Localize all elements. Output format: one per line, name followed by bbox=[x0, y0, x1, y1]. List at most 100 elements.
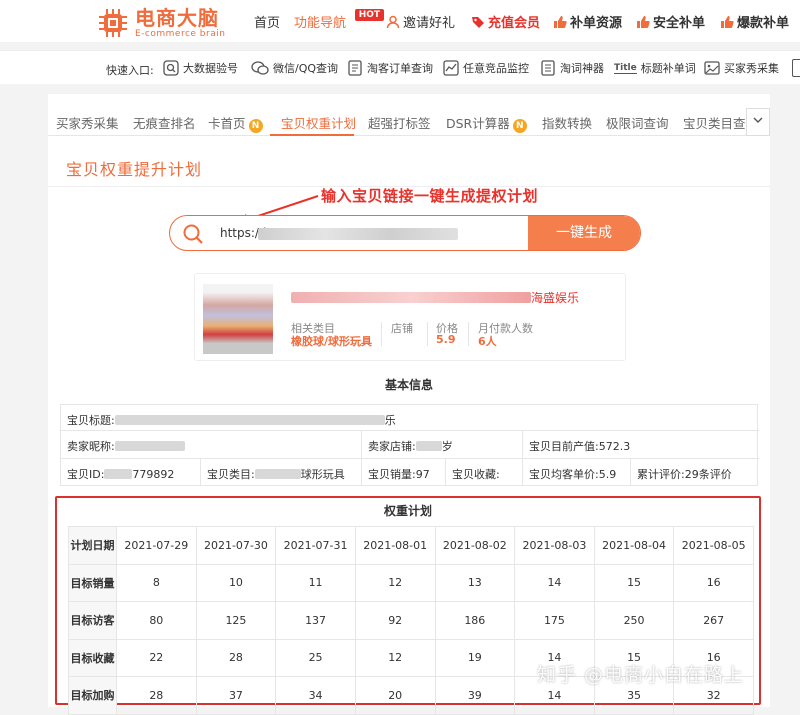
row-header: 目标销量 bbox=[68, 563, 117, 602]
blurred-text bbox=[104, 469, 133, 479]
seller-label: 卖家昵称: bbox=[67, 440, 115, 453]
search-icon[interactable] bbox=[182, 223, 204, 245]
tab-buyer-show[interactable]: 买家秀采集 bbox=[56, 113, 119, 132]
table-cell: 11 bbox=[275, 563, 356, 602]
row-header: 计划日期 bbox=[68, 526, 117, 565]
item-title-cell: 宝贝标题: 乐 bbox=[61, 405, 759, 430]
table-cell: 2021-08-02 bbox=[434, 526, 516, 565]
avg-price-value: 5.9 bbox=[598, 468, 617, 481]
tab-forbidden-words[interactable]: 极限词查询 bbox=[606, 113, 669, 132]
blurred-text bbox=[415, 441, 442, 451]
table-cell: 2021-08-01 bbox=[354, 526, 436, 565]
tab-dsr[interactable]: DSR计算器 N bbox=[446, 113, 527, 133]
table-cell: 28 bbox=[195, 638, 277, 677]
table-cell: 25 bbox=[275, 638, 356, 677]
tab-weight-plan[interactable]: 宝贝权重计划 bbox=[281, 113, 356, 132]
thumbs-up-icon bbox=[554, 16, 567, 28]
product-title-suffix: 海盛娱乐 bbox=[531, 291, 580, 305]
table-cell: 2021-08-03 bbox=[514, 526, 595, 565]
item-title-suffix: 乐 bbox=[384, 414, 396, 427]
generate-button[interactable]: 一键生成 bbox=[528, 216, 640, 250]
new-badge: N bbox=[248, 119, 263, 133]
tabs-more-button[interactable] bbox=[746, 108, 770, 136]
table-cell: 137 bbox=[275, 601, 356, 640]
top-header: 电商大脑 E-commerce brain 首页 功能导航 HOT 邀请好礼 充值… bbox=[0, 0, 800, 42]
nav-hot[interactable]: 爆款补单 bbox=[720, 12, 789, 31]
quick-item[interactable]: 微信/QQ查询 bbox=[251, 60, 338, 76]
price-value: 5.9 bbox=[436, 333, 456, 346]
image-icon bbox=[704, 61, 720, 75]
sales-value: 97 bbox=[415, 468, 430, 481]
tab-dsr-label: DSR计算器 bbox=[446, 116, 510, 131]
chat-icon bbox=[251, 61, 269, 75]
nav-features[interactable]: 功能导航 HOT bbox=[294, 9, 385, 31]
quick-access-bar: 快速入口: 大数据验号 微信/QQ查询 淘客订单查询 任意竞品监控 淘词神器 T… bbox=[0, 50, 800, 84]
divider bbox=[468, 322, 469, 346]
blurred-text bbox=[114, 415, 385, 425]
row-header: 目标加购 bbox=[68, 676, 117, 715]
hot-badge: HOT bbox=[354, 9, 385, 21]
chart-icon bbox=[443, 60, 459, 76]
tab-rank[interactable]: 无痕查排名 bbox=[133, 113, 196, 132]
tab-homepage-label: 卡首页 bbox=[208, 116, 246, 131]
quick-item[interactable]: 淘词神器 bbox=[540, 60, 604, 76]
basic-info-table: 宝贝标题: 乐 卖家昵称: 卖家店铺: 岁 宝贝目前产值:572.3 宝贝ID: 77… bbox=[60, 404, 759, 486]
brand-name: 电商大脑 bbox=[135, 6, 219, 30]
nav-features-label: 功能导航 bbox=[294, 16, 347, 31]
quick-item-label: 任意竞品监控 bbox=[463, 62, 529, 75]
info-row: 卖家昵称: 卖家店铺: 岁 宝贝目前产值:572.3 bbox=[61, 431, 759, 459]
shop-label: 店铺 bbox=[391, 322, 413, 335]
tool-tabs: 买家秀采集 无痕查排名 卡首页 N 宝贝权重计划 超强打标签 DSR计算器 N 指数… bbox=[48, 104, 770, 136]
quick-item[interactable]: 大数据验号 bbox=[163, 60, 238, 76]
product-card[interactable]: 海盛娱乐 相关类目 橡胶球/球形玩具 店铺 价格 5.9 月付款人数 6人 bbox=[194, 273, 626, 361]
row-header: 目标收藏 bbox=[68, 638, 117, 677]
table-cell: 267 bbox=[673, 601, 754, 640]
review-cell: 累计评价:29条评价 bbox=[631, 459, 759, 486]
nav-safe[interactable]: 安全补单 bbox=[636, 12, 705, 31]
table-cell: 2021-08-05 bbox=[673, 526, 754, 565]
table-cell: 186 bbox=[434, 601, 516, 640]
shop-cell: 卖家店铺: 岁 bbox=[362, 431, 523, 458]
fav-cell: 宝贝收藏: bbox=[446, 459, 523, 486]
nav-recharge-label: 充值会员 bbox=[488, 16, 541, 31]
tab-homepage[interactable]: 卡首页 N bbox=[208, 113, 263, 133]
table-cell: 2021-07-31 bbox=[275, 526, 356, 565]
nav-invite-label: 邀请好礼 bbox=[403, 16, 456, 31]
table-cell: 10 bbox=[195, 563, 277, 602]
fav-label: 宝贝收藏: bbox=[452, 468, 500, 481]
divider bbox=[381, 322, 382, 346]
nav-resources[interactable]: 补单资源 bbox=[553, 12, 622, 31]
info-row: 宝贝ID: 779892 宝贝类目: 球形玩具 宝贝销量:97 宝贝收藏: 宝贝均客… bbox=[61, 459, 759, 486]
review-label: 累计评价: bbox=[637, 468, 685, 481]
quick-item[interactable]: 淘客订单查询 bbox=[347, 60, 433, 76]
tab-index[interactable]: 指数转换 bbox=[542, 113, 592, 132]
title-blurred bbox=[291, 292, 531, 303]
id-value: 779892 bbox=[132, 468, 175, 481]
logo[interactable]: 电商大脑 E-commerce brain bbox=[97, 6, 225, 40]
nav-recharge[interactable]: 充值会员 bbox=[471, 12, 540, 31]
table-cell: 28 bbox=[116, 676, 197, 715]
active-tab-indicator bbox=[270, 134, 354, 136]
product-title[interactable]: 海盛娱乐 bbox=[291, 289, 579, 306]
table-row: 计划日期 2021-07-29 2021-07-30 2021-07-31 2021-0… bbox=[68, 526, 754, 565]
page-title: 宝贝权重提升计划 bbox=[66, 160, 203, 179]
table-cell: 8 bbox=[116, 563, 197, 602]
quick-item-label: 标题补单词 bbox=[640, 62, 696, 75]
review-value: 29条评价 bbox=[684, 468, 732, 481]
quick-item[interactable]: Title 标题补单词 bbox=[614, 60, 696, 76]
nav-invite[interactable]: 邀请好礼 bbox=[386, 12, 455, 31]
table-cell: 175 bbox=[514, 601, 595, 640]
quick-item[interactable]: 买家秀采集 bbox=[704, 60, 779, 76]
quick-item-label: 淘词神器 bbox=[560, 62, 604, 75]
nav-home[interactable]: 首页 bbox=[254, 12, 280, 31]
tab-tags[interactable]: 超强打标签 bbox=[368, 113, 431, 132]
nav-hot-label: 爆款补单 bbox=[737, 16, 790, 31]
table-row: 目标访客 80 125 137 92 186 175 250 267 bbox=[68, 601, 754, 640]
avg-price-label: 宝贝均客单价: bbox=[529, 468, 599, 481]
more-icon[interactable] bbox=[792, 59, 800, 77]
document-icon bbox=[348, 60, 362, 76]
doc-list-icon bbox=[541, 60, 555, 76]
category-cell: 宝贝类目: 球形玩具 bbox=[201, 459, 362, 486]
quick-item[interactable]: 任意竞品监控 bbox=[443, 60, 529, 76]
output-value: 572.3 bbox=[598, 440, 631, 453]
